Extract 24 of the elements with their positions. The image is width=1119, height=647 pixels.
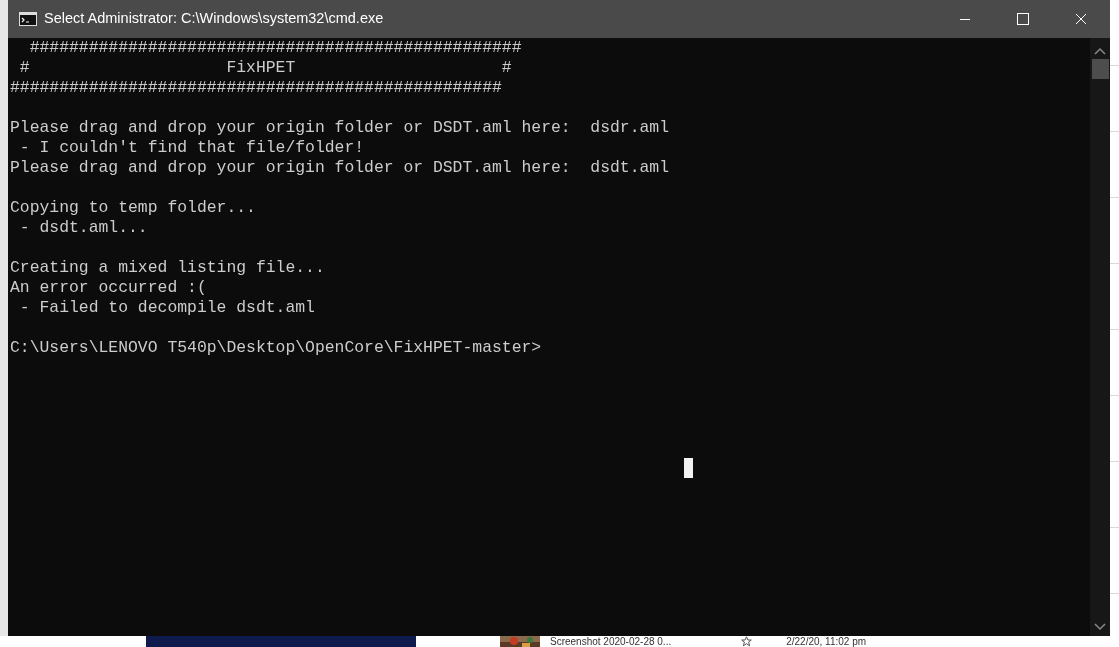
- star-icon[interactable]: [741, 636, 753, 647]
- console-line: - dsdt.aml...: [18, 218, 148, 238]
- console-line: # FixHPET #: [18, 58, 512, 78]
- window-title: Select Administrator: C:\Windows\system32\cmd.exe: [44, 9, 384, 29]
- terminal-icon: [19, 12, 37, 26]
- console-line: An error occurred :(: [10, 278, 207, 298]
- scroll-up-icon[interactable]: [1094, 47, 1106, 55]
- console-line: Please drag and drop your origin folder or DSDT.aml here: dsdr.aml: [10, 118, 669, 138]
- maximize-icon: [1017, 13, 1029, 25]
- scroll-thumb[interactable]: [1091, 59, 1109, 79]
- console-line: - I couldn't find that file/folder!: [18, 138, 365, 158]
- console-line: ##################################################: [10, 78, 502, 98]
- file-name[interactable]: Screenshot 2020-02-28 0...: [550, 636, 672, 647]
- console-line: Copying to temp folder...: [10, 198, 256, 218]
- scroll-down-icon[interactable]: [1094, 623, 1106, 631]
- console-line: C:\Users\LENOVO T540p\Desktop\OpenCore\FixHPET-master>: [10, 338, 542, 358]
- close-icon: [1075, 13, 1087, 25]
- console-line: - Failed to decompile dsdt.aml: [18, 298, 315, 318]
- console-line: Please drag and drop your origin folder or DSDT.aml here: dsdt.aml: [10, 158, 669, 178]
- text-cursor: [684, 458, 693, 478]
- scrollbar[interactable]: [1090, 38, 1110, 636]
- console-line: Creating a mixed listing file...: [10, 258, 325, 278]
- console-line: ##################################################: [28, 38, 522, 58]
- file-date: 2/22/20, 11:02 pm: [786, 636, 867, 647]
